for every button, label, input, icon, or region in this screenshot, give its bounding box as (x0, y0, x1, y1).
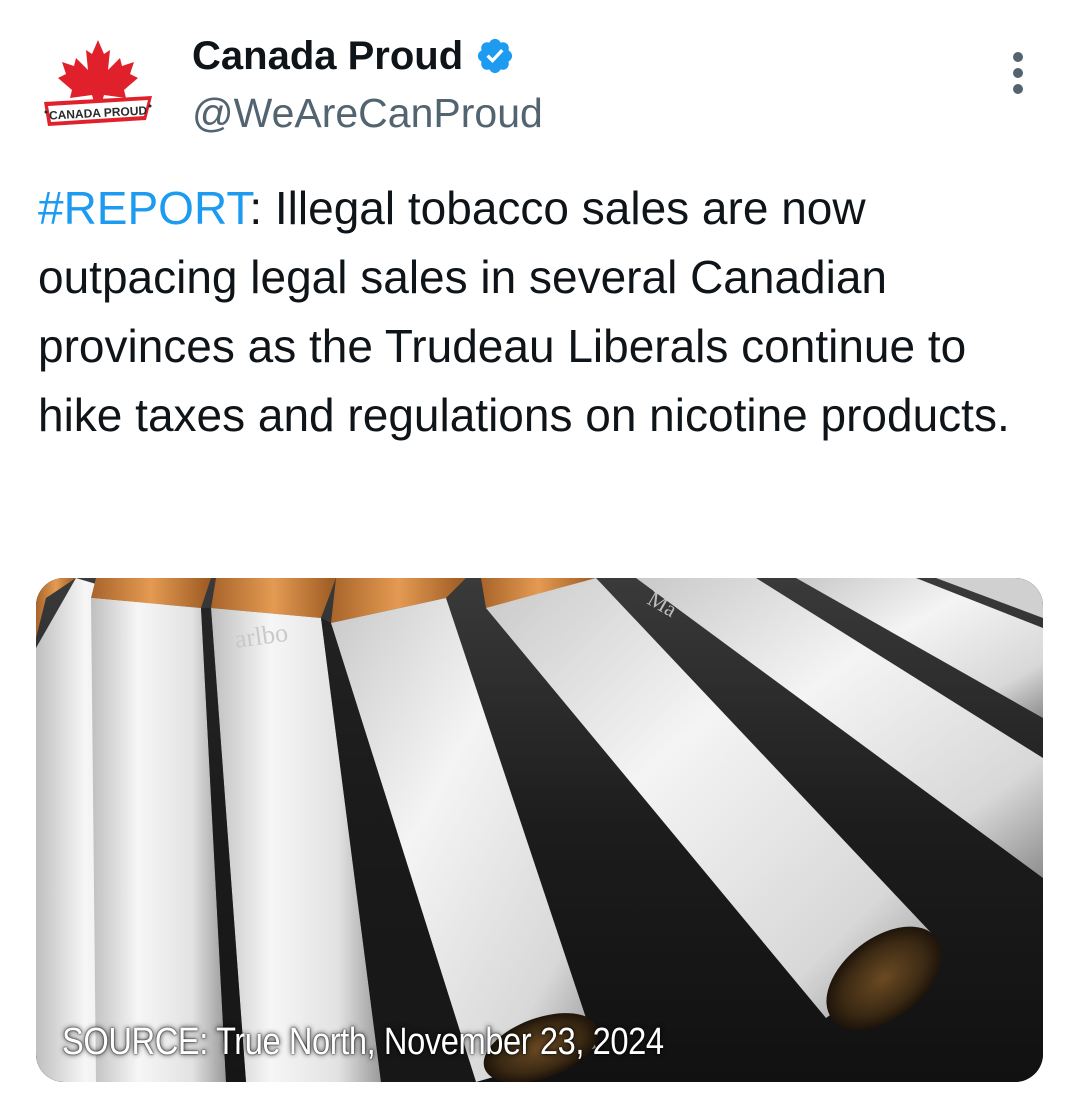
cigarettes-photo: arlbo Ma (36, 578, 1043, 1082)
verified-badge-icon (475, 36, 515, 76)
tweet-media-image[interactable]: arlbo Ma SOURCE: True North, November 23… (36, 578, 1043, 1082)
tweet-header: CANADA PROUD Canada Proud @WeAreCanProud (38, 28, 1048, 138)
media-caption: SOURCE: True North, November 23, 2024 (62, 1021, 664, 1063)
author-names: Canada Proud @WeAreCanProud (192, 28, 543, 137)
display-name[interactable]: Canada Proud (192, 34, 463, 79)
more-options-icon[interactable] (1008, 52, 1028, 112)
avatar[interactable]: CANADA PROUD (38, 40, 158, 140)
maple-leaf-icon (58, 40, 138, 102)
hashtag-link[interactable]: #REPORT (38, 182, 249, 234)
tweet-text: #REPORT: Illegal tobacco sales are now o… (38, 174, 1038, 450)
tweet: CANADA PROUD Canada Proud @WeAreCanProud (0, 0, 1080, 1107)
handle[interactable]: @WeAreCanProud (192, 90, 543, 137)
